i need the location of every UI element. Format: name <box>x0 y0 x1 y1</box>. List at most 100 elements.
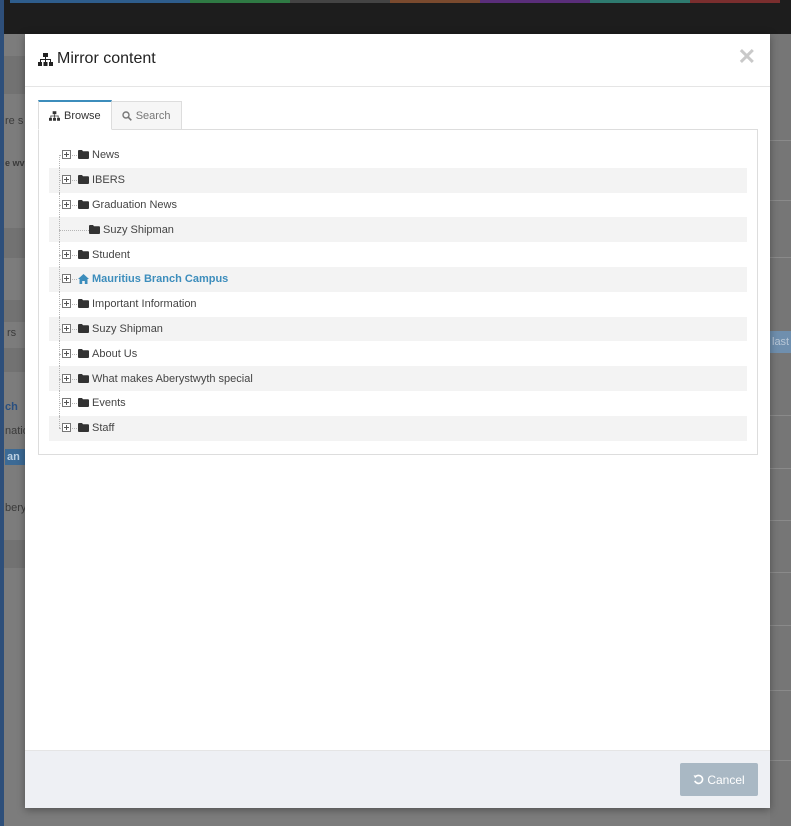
tree-connector <box>59 155 60 168</box>
background-band <box>4 300 25 322</box>
tab-search-label: Search <box>135 109 171 122</box>
sitemap-icon <box>49 110 60 121</box>
background-divider <box>770 520 791 521</box>
modal-header: Mirror content ✕ <box>25 34 770 87</box>
background-text: e wv <box>5 158 25 168</box>
tree-node[interactable]: Suzy Shipman <box>49 316 747 342</box>
tree-node[interactable]: IBERS <box>49 167 747 193</box>
folder-icon <box>78 299 89 311</box>
folder-icon <box>89 224 100 237</box>
background-text: ch <box>5 401 18 413</box>
background-last-button: last <box>770 331 791 353</box>
expand-plus-icon[interactable] <box>62 348 71 358</box>
background-band <box>4 228 25 258</box>
folder-icon <box>78 323 89 336</box>
background-left-edge <box>0 0 4 826</box>
folder-icon <box>78 373 89 386</box>
expand-plus-icon[interactable] <box>62 299 71 309</box>
tab-bar: Browse Search <box>38 100 182 130</box>
background-divider <box>770 468 791 469</box>
modal-title: Mirror content <box>38 50 156 68</box>
topbar-stripe <box>390 0 480 3</box>
tree-node-label[interactable]: Important Information <box>92 298 197 310</box>
expand-plus-icon[interactable] <box>62 398 71 408</box>
tab-search[interactable]: Search <box>111 101 182 130</box>
mirror-content-modal: Mirror content ✕ Browse Search News IBER… <box>25 34 770 808</box>
expand-plus-icon[interactable] <box>62 150 71 160</box>
background-topbar <box>0 0 791 34</box>
background-badge: an <box>5 449 25 465</box>
background-text: bery <box>5 502 27 514</box>
tree-node-label[interactable]: Staff <box>92 422 114 434</box>
sitemap-icon <box>38 52 53 66</box>
topbar-stripe <box>590 0 690 3</box>
tree-node-label[interactable]: Mauritius Branch Campus <box>92 273 228 285</box>
tree-node-label[interactable]: Suzy Shipman <box>103 224 174 236</box>
expand-plus-icon[interactable] <box>62 373 71 383</box>
tab-browse[interactable]: Browse <box>38 100 112 130</box>
background-divider <box>770 572 791 573</box>
background-band <box>4 56 25 94</box>
tree-node[interactable]: About Us <box>49 341 747 367</box>
tree-node-label[interactable]: News <box>92 149 120 161</box>
background-divider <box>770 690 791 691</box>
background-divider <box>770 140 791 141</box>
cancel-button[interactable]: Cancel <box>680 763 758 796</box>
background-divider <box>770 200 791 201</box>
expand-plus-icon[interactable] <box>62 175 71 185</box>
tree-connector <box>59 415 60 429</box>
undo-icon <box>693 774 704 785</box>
topbar-stripe <box>290 0 390 3</box>
modal-title-text: Mirror content <box>57 50 156 67</box>
folder-icon <box>78 199 89 212</box>
tab-browse-label: Browse <box>64 109 101 122</box>
home-icon <box>78 274 89 287</box>
tree-node-label[interactable]: Events <box>92 397 126 409</box>
topbar-stripe <box>480 0 590 3</box>
folder-icon <box>78 423 89 435</box>
tree-node[interactable]: What makes Aberystwyth special <box>49 366 747 391</box>
cancel-label: Cancel <box>707 772 745 787</box>
expand-plus-icon[interactable] <box>62 249 71 259</box>
content-tree: News IBERS Graduation News Suzy Shipman Stud… <box>49 143 747 441</box>
tree-node[interactable]: News <box>49 143 747 168</box>
folder-icon <box>78 398 89 410</box>
background-divider <box>770 625 791 626</box>
tree-node-label[interactable]: Graduation News <box>92 199 177 211</box>
tree-node[interactable]: Student <box>49 242 747 267</box>
background-divider <box>770 415 791 416</box>
expand-plus-icon[interactable] <box>62 323 71 333</box>
tree-connector <box>59 229 89 231</box>
background-text: rs <box>7 327 17 339</box>
topbar-stripe <box>690 0 780 3</box>
background-band <box>4 348 25 372</box>
background-divider <box>770 760 791 761</box>
background-band <box>4 540 25 568</box>
topbar-stripe <box>190 0 290 3</box>
tree-node-label[interactable]: What makes Aberystwyth special <box>92 373 253 385</box>
tree-node-label[interactable]: Suzy Shipman <box>92 323 163 335</box>
tree-node[interactable]: Important Information <box>49 291 747 317</box>
tree-node[interactable]: Events <box>49 390 747 416</box>
tree-node[interactable]: Staff <box>49 415 747 441</box>
browse-tree-panel: News IBERS Graduation News Suzy Shipman Stud… <box>38 129 758 455</box>
tree-node[interactable]: Mauritius Branch Campus <box>49 266 747 292</box>
modal-footer: Cancel <box>25 750 770 808</box>
expand-plus-icon[interactable] <box>62 423 71 433</box>
tree-node-label[interactable]: About Us <box>92 348 137 360</box>
folder-icon <box>78 249 89 262</box>
background-divider <box>770 257 791 258</box>
folder-icon <box>78 348 89 361</box>
search-icon <box>121 110 132 121</box>
background-text: re s <box>5 115 24 127</box>
tree-node-label[interactable]: Student <box>92 249 130 261</box>
topbar-stripe <box>10 0 190 3</box>
expand-plus-icon[interactable] <box>62 199 71 209</box>
folder-icon <box>78 150 89 162</box>
close-icon[interactable]: ✕ <box>738 46 756 68</box>
folder-icon <box>78 175 89 187</box>
expand-plus-icon[interactable] <box>62 274 71 284</box>
tree-node-label[interactable]: IBERS <box>92 174 125 186</box>
tree-node[interactable]: Suzy Shipman <box>49 217 747 243</box>
tree-node[interactable]: Graduation News <box>49 192 747 218</box>
